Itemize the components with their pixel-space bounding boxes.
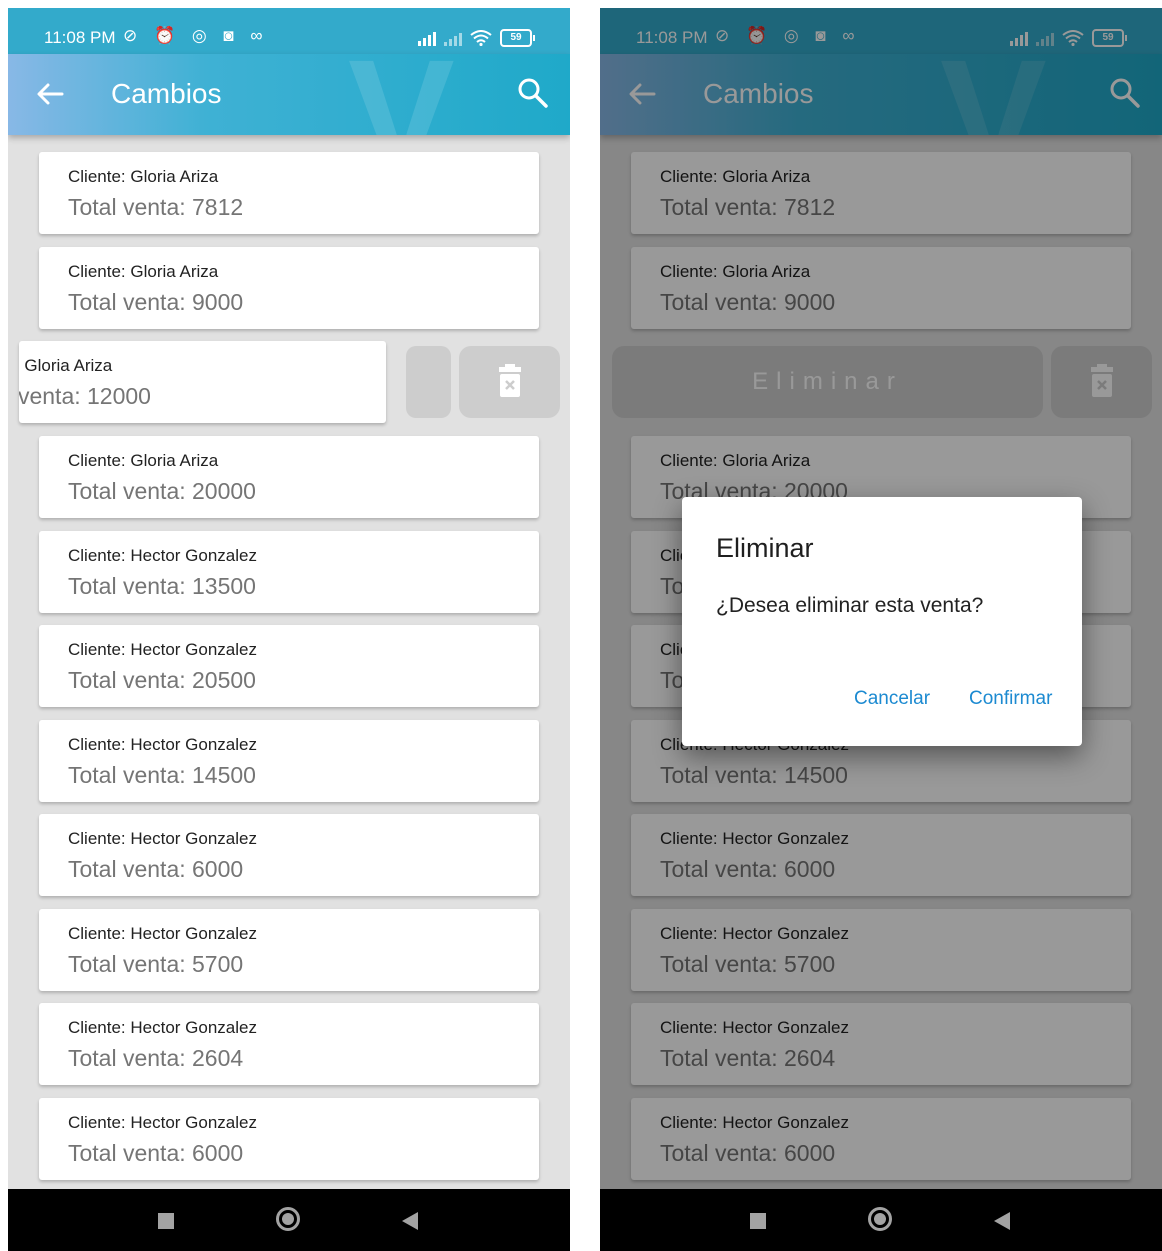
cancel-button[interactable]: Cancelar bbox=[854, 688, 930, 710]
sale-client: Cliente: Gloria Ariza bbox=[68, 167, 219, 186]
sale-card[interactable]: Cliente: Hector Gonzalez Total venta: 14… bbox=[39, 720, 539, 802]
sale-card[interactable]: Cliente: Hector Gonzalez Total venta: 60… bbox=[39, 814, 539, 896]
app-bar: V Cambios bbox=[8, 54, 570, 135]
search-icon[interactable] bbox=[516, 76, 550, 110]
status-right-icons: 59 bbox=[418, 28, 535, 48]
sale-total: Total venta: 12000 bbox=[19, 383, 151, 409]
sale-total: Total venta: 2604 bbox=[68, 1045, 244, 1071]
sale-client: Cliente: Hector Gonzalez bbox=[68, 924, 257, 943]
signal-icon bbox=[418, 30, 436, 46]
sale-client: Cliente: Hector Gonzalez bbox=[68, 735, 257, 754]
sale-card[interactable]: Cliente: Gloria Ariza Total venta: 9000 bbox=[39, 247, 539, 329]
sale-total: Total venta: 9000 bbox=[68, 289, 244, 315]
notification-icons: ⊘ ⏰ ◎ ◙ ∞ bbox=[123, 26, 269, 45]
sale-total: Total venta: 20500 bbox=[68, 667, 256, 693]
sale-card[interactable]: Cliente: Hector Gonzalez Total venta: 57… bbox=[39, 909, 539, 991]
sale-total: Total venta: 5700 bbox=[68, 951, 244, 977]
sale-client: Cliente: Hector Gonzalez bbox=[68, 546, 257, 565]
sale-total: Total venta: 14500 bbox=[68, 762, 256, 788]
sale-card[interactable]: Cliente: Gloria Ariza Total venta: 7812 bbox=[39, 152, 539, 234]
confirm-button[interactable]: Confirmar bbox=[969, 688, 1052, 710]
trash-icon bbox=[499, 364, 521, 397]
wifi-icon bbox=[470, 30, 492, 46]
signal-weak-icon bbox=[444, 30, 462, 46]
system-nav-bar bbox=[8, 1189, 570, 1251]
sale-total: Total venta: 7812 bbox=[68, 194, 244, 220]
arrow-back-icon[interactable] bbox=[34, 78, 66, 110]
confirm-dialog: Eliminar ¿Desea eliminar esta venta? Can… bbox=[682, 497, 1082, 746]
app-bar-watermark: V bbox=[348, 54, 455, 135]
sale-client: Cliente: Hector Gonzalez bbox=[68, 1018, 257, 1037]
nav-back-triangle-icon[interactable] bbox=[402, 1212, 418, 1230]
sale-card[interactable]: Cliente: Hector Gonzalez Total venta: 60… bbox=[39, 1098, 539, 1180]
nav-home-icon[interactable] bbox=[868, 1207, 892, 1231]
sale-client: Cliente: Hector Gonzalez bbox=[68, 829, 257, 848]
sale-client: Cliente: Hector Gonzalez bbox=[68, 640, 257, 659]
dialog-message: ¿Desea eliminar esta venta? bbox=[716, 594, 984, 617]
phone-screen-swipe: 11:08 PM ⊘ ⏰ ◎ ◙ ∞ 59 V Cambios Cliente:… bbox=[8, 8, 570, 1251]
dialog-title: Eliminar bbox=[716, 533, 814, 563]
nav-home-icon[interactable] bbox=[276, 1207, 300, 1231]
status-bar: 11:08 PM ⊘ ⏰ ◎ ◙ ∞ 59 bbox=[8, 8, 570, 54]
nav-back-triangle-icon[interactable] bbox=[994, 1212, 1010, 1230]
sale-total: Total venta: 6000 bbox=[68, 1140, 244, 1166]
sale-client: Cliente: Gloria Ariza bbox=[68, 262, 219, 281]
sale-total: Total venta: 13500 bbox=[68, 573, 256, 599]
sale-card[interactable]: Cliente: Hector Gonzalez Total venta: 26… bbox=[39, 1003, 539, 1085]
status-time: 11:08 PM bbox=[44, 28, 116, 47]
phone-screen-dialog: 11:08 PM ⊘ ⏰ ◎ ◙ ∞ 59 V Cambios Cliente:… bbox=[600, 8, 1162, 1251]
sale-client: Cliente: Gloria Ariza bbox=[19, 356, 113, 375]
sales-list: Cliente: Gloria Ariza Total venta: 7812 … bbox=[8, 135, 570, 1189]
nav-square-icon[interactable] bbox=[750, 1213, 766, 1229]
sale-total: Total venta: 20000 bbox=[68, 478, 256, 504]
sale-card[interactable]: Cliente: Hector Gonzalez Total venta: 20… bbox=[39, 625, 539, 707]
delete-action[interactable] bbox=[459, 346, 560, 418]
sale-client: Cliente: Hector Gonzalez bbox=[68, 1113, 257, 1132]
sale-card[interactable]: Cliente: Gloria Ariza Total venta: 20000 bbox=[39, 436, 539, 518]
battery-icon: 59 bbox=[500, 29, 535, 47]
sale-total: Total venta: 6000 bbox=[68, 856, 244, 882]
nav-square-icon[interactable] bbox=[158, 1213, 174, 1229]
swiped-sale-card[interactable]: Cliente: Gloria Ariza Total venta: 12000 bbox=[19, 341, 386, 423]
page-title: Cambios bbox=[111, 78, 222, 109]
sale-client: Cliente: Gloria Ariza bbox=[68, 451, 219, 470]
swipe-background bbox=[406, 346, 451, 418]
sale-card[interactable]: Cliente: Hector Gonzalez Total venta: 13… bbox=[39, 531, 539, 613]
system-nav-bar bbox=[600, 1189, 1162, 1251]
